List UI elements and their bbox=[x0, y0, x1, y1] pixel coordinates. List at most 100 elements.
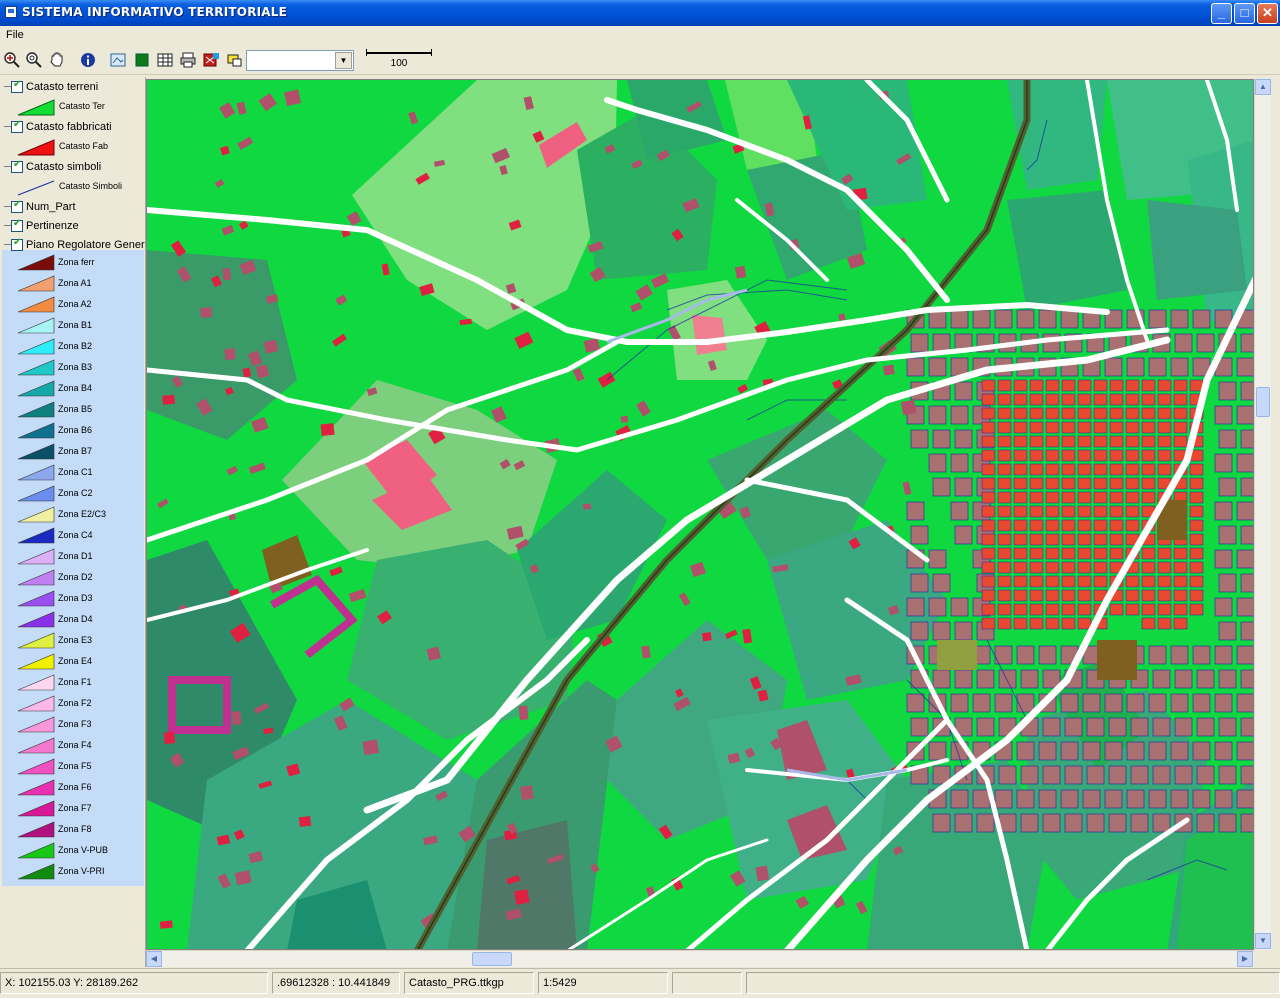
urban-block bbox=[1130, 717, 1149, 737]
layer-catasto-simboli[interactable]: Catasto simboli bbox=[0, 158, 145, 177]
historic-block bbox=[1173, 435, 1188, 448]
zone-swatch-icon bbox=[17, 800, 55, 817]
historic-block bbox=[1125, 393, 1140, 406]
layer-checkbox[interactable] bbox=[11, 199, 23, 213]
urban-block bbox=[932, 621, 951, 641]
urban-block bbox=[1192, 309, 1211, 329]
urban-block bbox=[1064, 717, 1083, 737]
historic-block bbox=[1029, 533, 1044, 546]
chevron-down-icon[interactable]: ▼ bbox=[335, 52, 352, 69]
layer-catasto-fabbricati[interactable]: Catasto fabbricati bbox=[0, 118, 145, 137]
zone-swatch-icon bbox=[17, 359, 55, 376]
urban-block bbox=[950, 453, 969, 473]
layer-checkbox[interactable] bbox=[11, 237, 23, 251]
historic-block bbox=[1029, 575, 1044, 588]
zoom-in-icon[interactable] bbox=[2, 50, 22, 70]
urban-block bbox=[906, 501, 925, 521]
historic-block bbox=[1061, 491, 1076, 504]
urban-block bbox=[928, 597, 947, 617]
polygon-swatch-icon bbox=[17, 99, 55, 116]
polygon-swatch-icon bbox=[17, 139, 55, 156]
urban-block bbox=[1218, 477, 1237, 497]
historic-block bbox=[997, 589, 1012, 602]
vertical-scrollbar[interactable]: ▲ ▼ bbox=[1254, 79, 1271, 950]
layer-checkbox[interactable] bbox=[11, 79, 23, 93]
urban-block bbox=[1016, 645, 1035, 665]
layer-checkbox[interactable] bbox=[11, 218, 23, 232]
historic-block bbox=[1029, 379, 1044, 392]
historic-block bbox=[997, 449, 1012, 462]
historic-block bbox=[981, 393, 996, 406]
menu-file[interactable]: File bbox=[6, 29, 24, 41]
print-icon[interactable] bbox=[178, 50, 198, 70]
layer-flag-icon[interactable] bbox=[201, 50, 221, 70]
layer-pertinenze[interactable]: Pertinenze bbox=[0, 217, 145, 236]
historic-block bbox=[1045, 589, 1060, 602]
zone-label: Zona B7 bbox=[58, 446, 93, 456]
map-svg[interactable] bbox=[147, 80, 1254, 950]
measure-icon[interactable] bbox=[224, 50, 244, 70]
zone-label: Zona C2 bbox=[58, 488, 93, 498]
historic-block bbox=[1125, 435, 1140, 448]
zone-label: Zona B1 bbox=[58, 320, 93, 330]
scroll-right-icon[interactable]: ▶ bbox=[1237, 951, 1253, 967]
maximize-button[interactable]: □ bbox=[1234, 3, 1255, 24]
zone-legend-item: Zona D4 bbox=[0, 609, 145, 630]
urban-block bbox=[1236, 645, 1253, 665]
historic-block bbox=[1045, 575, 1060, 588]
historic-block bbox=[1157, 435, 1172, 448]
historic-block bbox=[997, 463, 1012, 476]
map-view-icon[interactable] bbox=[108, 50, 128, 70]
scroll-up-icon[interactable]: ▲ bbox=[1255, 79, 1271, 95]
zone-legend-item: Zona B6 bbox=[0, 420, 145, 441]
urban-block bbox=[1038, 789, 1057, 809]
pan-hand-icon[interactable] bbox=[47, 50, 67, 70]
horizontal-scrollbar[interactable]: ◀ ▶ bbox=[146, 950, 1254, 967]
historic-block bbox=[1109, 435, 1124, 448]
historic-block bbox=[1029, 463, 1044, 476]
historic-block bbox=[1141, 421, 1156, 434]
urban-block bbox=[1042, 765, 1061, 785]
scroll-down-icon[interactable]: ▼ bbox=[1255, 933, 1271, 949]
historic-block bbox=[1125, 477, 1140, 490]
urban-block bbox=[950, 789, 969, 809]
status-bar: X: 102155.03 Y: 28189.262 .69612328 : 10… bbox=[0, 968, 1280, 998]
urban-block bbox=[1038, 309, 1057, 329]
layer-checkbox[interactable] bbox=[11, 159, 23, 173]
map-canvas[interactable] bbox=[146, 79, 1254, 950]
app-icon[interactable] bbox=[5, 6, 17, 18]
layer-checkbox[interactable] bbox=[11, 119, 23, 133]
urban-block bbox=[1214, 597, 1233, 617]
urban-block bbox=[1174, 717, 1193, 737]
info-icon[interactable] bbox=[78, 50, 98, 70]
urban-block bbox=[1038, 741, 1057, 761]
urban-block bbox=[1218, 813, 1237, 833]
historic-block bbox=[1157, 589, 1172, 602]
horizontal-scroll-thumb[interactable] bbox=[472, 952, 512, 966]
zone-swatch-icon bbox=[17, 506, 55, 523]
zoom-extent-icon[interactable] bbox=[24, 50, 44, 70]
historic-block bbox=[1189, 547, 1204, 560]
small-building bbox=[582, 503, 592, 510]
minimize-button[interactable]: _ bbox=[1211, 3, 1232, 24]
vertical-scroll-thumb[interactable] bbox=[1256, 387, 1270, 417]
historic-block bbox=[1061, 379, 1076, 392]
layer-num-part[interactable]: Num_Part bbox=[0, 198, 145, 217]
historic-block bbox=[1013, 575, 1028, 588]
layer-catasto-terreni[interactable]: Catasto terreni bbox=[0, 78, 145, 97]
layer-green-icon[interactable] bbox=[132, 50, 152, 70]
zone-legend-item: Zona E4 bbox=[0, 651, 145, 672]
layer-select[interactable]: ▼ bbox=[246, 50, 354, 71]
urban-block bbox=[910, 429, 929, 449]
urban-block bbox=[1060, 309, 1079, 329]
close-button[interactable]: ✕ bbox=[1257, 3, 1278, 24]
historic-block bbox=[1045, 449, 1060, 462]
historic-block bbox=[1189, 463, 1204, 476]
zone-legend-item: Zona F5 bbox=[0, 756, 145, 777]
grid-table-icon[interactable] bbox=[155, 50, 175, 70]
urban-block bbox=[1016, 789, 1035, 809]
scroll-left-icon[interactable]: ◀ bbox=[146, 951, 162, 967]
urban-block bbox=[1064, 765, 1083, 785]
historic-block bbox=[1109, 379, 1124, 392]
historic-block bbox=[1109, 547, 1124, 560]
